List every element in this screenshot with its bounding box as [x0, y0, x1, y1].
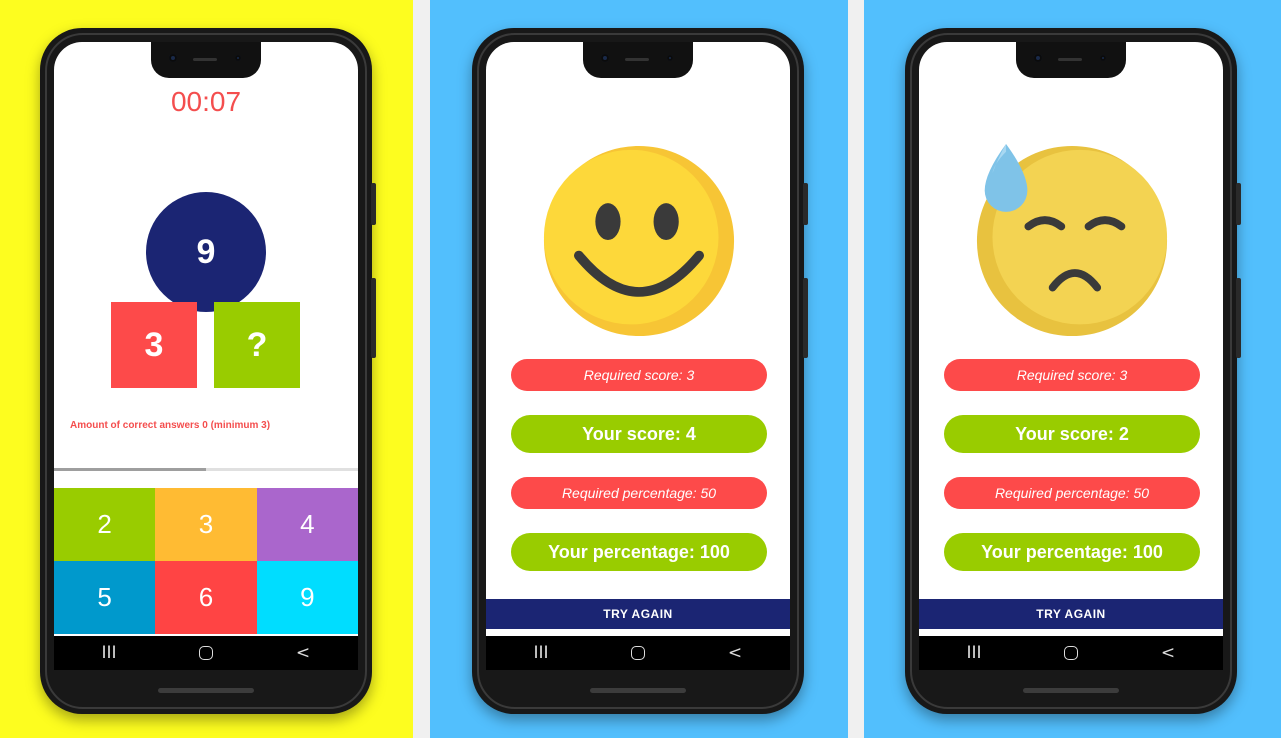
answer-button[interactable]: 9: [256, 561, 358, 634]
your-percentage-label: Your percentage: 100: [944, 533, 1200, 571]
answer-button[interactable]: 4: [256, 488, 358, 561]
volume-button: [371, 183, 376, 225]
camera-notch: [151, 42, 261, 78]
back-icon[interactable]: <: [715, 643, 755, 663]
back-icon[interactable]: <: [1148, 643, 1188, 663]
volume-button: [1236, 183, 1241, 225]
required-score-label: Required score: 3: [511, 359, 767, 391]
bottom-speaker: [590, 688, 686, 693]
system-nav-bar: III <: [54, 636, 358, 670]
system-nav-bar: III <: [919, 636, 1223, 670]
panel-game: 00:07 9 3 ? Amount of correct answers 0 …: [0, 0, 413, 738]
home-icon[interactable]: [631, 646, 645, 660]
camera-icon: [601, 54, 609, 62]
progress-fill: [54, 468, 206, 471]
answer-button[interactable]: 3: [155, 488, 257, 561]
recents-icon[interactable]: III: [521, 643, 561, 663]
your-percentage-label: Your percentage: 100: [511, 533, 767, 571]
home-icon[interactable]: [1064, 646, 1078, 660]
phone-frame: 00:07 9 3 ? Amount of correct answers 0 …: [40, 28, 376, 714]
phone-frame: Required score: 3 Your score: 4 Required…: [472, 28, 808, 714]
result-screen: Required score: 3 Your score: 2 Required…: [919, 42, 1223, 668]
power-button: [803, 278, 808, 358]
volume-button: [803, 183, 808, 225]
bottom-speaker: [158, 688, 254, 693]
sensor-icon: [1100, 55, 1106, 61]
required-score-label: Required score: 3: [944, 359, 1200, 391]
home-icon[interactable]: [199, 646, 213, 660]
camera-icon: [1034, 54, 1042, 62]
recents-icon[interactable]: III: [89, 643, 129, 663]
right-operand: ?: [214, 302, 300, 388]
result-screen: Required score: 3 Your score: 4 Required…: [486, 42, 790, 668]
camera-icon: [169, 54, 177, 62]
power-button: [371, 278, 376, 358]
power-button: [1236, 278, 1241, 358]
panel-result-fail: Required score: 3 Your score: 2 Required…: [864, 0, 1281, 738]
answer-button[interactable]: 6: [155, 561, 257, 634]
system-nav-bar: III <: [486, 636, 790, 670]
left-operand: 3: [111, 302, 197, 388]
smiling-face-icon: [543, 145, 735, 337]
sensor-icon: [667, 55, 673, 61]
speaker-grille: [193, 58, 217, 61]
correct-answers-hint: Amount of correct answers 0 (minimum 3): [70, 420, 271, 431]
your-score-label: Your score: 4: [511, 415, 767, 453]
game-screen: 00:07 9 3 ? Amount of correct answers 0 …: [54, 42, 358, 668]
bottom-speaker: [1023, 688, 1119, 693]
back-icon[interactable]: <: [283, 643, 323, 663]
speaker-grille: [1058, 58, 1082, 61]
answer-grid: 2 3 4 5 6 9: [54, 488, 358, 634]
panel-result-success: Required score: 3 Your score: 4 Required…: [430, 0, 848, 738]
camera-notch: [1016, 42, 1126, 78]
phone-frame: Required score: 3 Your score: 2 Required…: [905, 28, 1241, 714]
required-percentage-label: Required percentage: 50: [511, 477, 767, 509]
try-again-button[interactable]: TRY AGAIN: [486, 599, 790, 629]
sensor-icon: [235, 55, 241, 61]
recents-icon[interactable]: III: [954, 643, 994, 663]
camera-notch: [583, 42, 693, 78]
time-progress-bar: [54, 468, 358, 471]
target-number: 9: [146, 192, 266, 312]
required-percentage-label: Required percentage: 50: [944, 477, 1200, 509]
sad-sweat-face-icon: [976, 144, 1168, 337]
try-again-button[interactable]: TRY AGAIN: [919, 599, 1223, 629]
answer-button[interactable]: 2: [54, 488, 156, 561]
your-score-label: Your score: 2: [944, 415, 1200, 453]
answer-button[interactable]: 5: [54, 561, 156, 634]
countdown-timer: 00:07: [170, 86, 242, 117]
speaker-grille: [625, 58, 649, 61]
